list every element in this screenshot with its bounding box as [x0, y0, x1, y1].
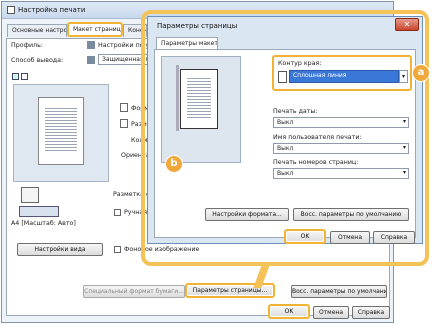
dialog-help-button[interactable]: Справка: [373, 231, 415, 244]
restore-defaults-button[interactable]: Восс. параметры по умолчанию: [291, 285, 387, 298]
border-label: Контур края:: [278, 60, 322, 67]
dialog-titlebar: Параметры страницы ✕: [148, 17, 422, 36]
date-select[interactable]: Выкл ▾: [273, 117, 409, 128]
page-numbers-label: Печать номеров страниц:: [273, 159, 359, 166]
page-numbers-select[interactable]: Выкл ▾: [273, 168, 409, 179]
size-icon: [120, 119, 128, 128]
dialog-page-preview: [161, 56, 241, 163]
preview-caption: A4 [Масштаб: Авто]: [11, 220, 76, 227]
format-icon: [120, 103, 128, 112]
profile-icon: [87, 41, 95, 49]
date-label: Печать даты:: [273, 108, 318, 115]
dialog-title: Параметры страницы: [157, 22, 238, 30]
tab-basic[interactable]: Основные настройки: [7, 24, 67, 37]
chevron-down-icon: ▾: [402, 169, 406, 176]
chevron-down-icon: ▾: [402, 118, 406, 125]
profile-label: Профиль:: [11, 42, 43, 49]
page-numbers-select-value: Выкл: [277, 170, 294, 177]
printer-icon: [7, 6, 15, 14]
output-method-label: Способ вывода:: [11, 57, 64, 64]
layout-icon: [12, 73, 19, 80]
close-icon[interactable]: ✕: [395, 18, 419, 31]
user-name-label: Имя пользователя печати:: [273, 134, 362, 141]
user-name-select[interactable]: Выкл ▾: [273, 143, 409, 154]
output-icon: [87, 56, 95, 64]
badge-b: b: [165, 155, 183, 173]
ok-button[interactable]: OK: [268, 304, 310, 319]
page-parameters-dialog: Параметры страницы ✕ Параметры макета Ко…: [147, 16, 423, 244]
badge-a: a: [412, 64, 430, 82]
chevron-down-icon: ▾: [402, 144, 406, 151]
background-image-checkbox[interactable]: [114, 246, 121, 253]
view-settings-button[interactable]: Настройки вида: [17, 243, 103, 256]
manual-checkbox[interactable]: [114, 209, 121, 216]
copies-stack-icon: [21, 187, 39, 203]
window-title: Настройка печати: [18, 6, 86, 14]
border-select-value: Сплошная линия: [293, 72, 347, 79]
dialog-ok-button[interactable]: OK: [284, 229, 326, 244]
chevron-down-icon[interactable]: ▾: [399, 70, 408, 83]
page-preview: [13, 84, 109, 182]
date-select-value: Выкл: [277, 119, 294, 126]
page-thumbnail: [38, 97, 84, 165]
cancel-button[interactable]: Отмена: [313, 306, 349, 319]
help-button[interactable]: Справка: [352, 306, 390, 319]
dialog-page-thumbnail: [180, 69, 218, 129]
border-line-icon: [278, 71, 287, 83]
dialog-cancel-button[interactable]: Отмена: [330, 231, 370, 244]
special-paper-format-button[interactable]: Специальный формат бумаги...: [83, 285, 185, 298]
user-name-select-value: Выкл: [277, 145, 294, 152]
layout-icon-2: [21, 73, 28, 80]
tab-page-layout[interactable]: Макет страницы: [67, 22, 123, 37]
border-select[interactable]: Сплошная линия: [289, 70, 399, 83]
dialog-panel: Контур края: Сплошная линия ▾ Печать дат…: [154, 49, 416, 238]
view-toggle-icons[interactable]: [19, 206, 59, 217]
format-settings-button[interactable]: Настройки формата...: [205, 208, 289, 221]
dialog-restore-defaults-button[interactable]: Восс. параметры по умолчанию: [293, 208, 409, 221]
